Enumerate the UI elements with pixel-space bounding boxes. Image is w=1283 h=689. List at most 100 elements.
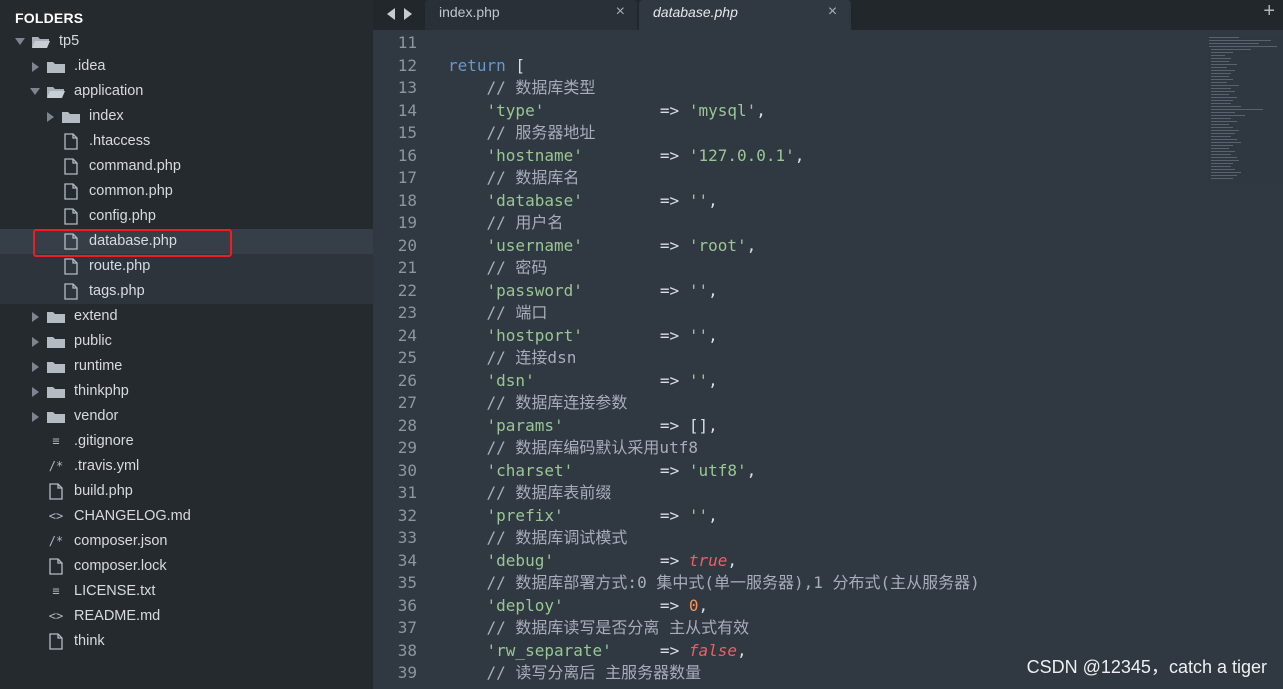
file-composer-lock[interactable]: composer.lock [0, 554, 373, 579]
folder-idea[interactable]: .idea [0, 54, 373, 79]
line-number: 11 [397, 33, 417, 52]
file-license-txt[interactable]: ≡ LICENSE.txt [0, 579, 373, 604]
disclosure-expanded-icon[interactable] [29, 79, 41, 104]
code-token: '' [688, 325, 709, 345]
disclosure-collapsed-icon[interactable] [29, 379, 41, 404]
code-token: // 数据库名 [448, 168, 580, 187]
code-token: 'hostport' [486, 325, 583, 345]
close-icon[interactable]: × [616, 0, 625, 24]
tree-item-label: application [74, 83, 144, 99]
code-text: 'dsn' => '', [448, 370, 718, 393]
disclosure-collapsed-icon[interactable] [29, 354, 41, 379]
close-icon[interactable]: × [828, 0, 837, 24]
minimap-line [1211, 133, 1235, 134]
tab-forward-arrow-icon[interactable] [402, 6, 414, 22]
file-composer-json[interactable]: /* composer.json [0, 529, 373, 554]
folder-application[interactable]: application [0, 79, 373, 104]
tab-database-php[interactable]: database.php × [639, 0, 851, 30]
line-number: 31 [397, 483, 417, 502]
code-text: 'prefix' => '', [448, 505, 718, 528]
disclosure-collapsed-icon[interactable] [29, 54, 41, 79]
line-number: 35 [397, 573, 417, 592]
code-text: // 服务器地址 [448, 122, 596, 145]
folder-icon [46, 404, 66, 429]
file-think[interactable]: think [0, 629, 373, 654]
code-token: '' [688, 370, 709, 390]
file-route-php[interactable]: route.php [0, 254, 373, 279]
folder-runtime[interactable]: runtime [0, 354, 373, 379]
minimap-line [1211, 64, 1237, 65]
minimap-line [1211, 124, 1229, 125]
code-token: 'debug' [486, 550, 554, 570]
code-editor[interactable]: 11 12 return [13 // 数据库类型 14 'type' => 'mys… [373, 30, 1283, 689]
file-tags-php[interactable]: tags.php [0, 279, 373, 304]
new-tab-plus-icon[interactable]: + [1263, 0, 1275, 24]
disclosure-collapsed-icon[interactable] [29, 304, 41, 329]
minimap-line [1209, 46, 1277, 47]
minimap-line [1211, 151, 1235, 152]
file-type-glyph: /* [48, 534, 64, 548]
file-icon [46, 479, 66, 504]
text-file-icon: <> [46, 504, 66, 529]
folder-public[interactable]: public [0, 329, 373, 354]
code-token: '' [688, 190, 709, 210]
file-common-php[interactable]: common.php [0, 179, 373, 204]
minimap-line [1211, 85, 1239, 86]
code-token: // 读写分离后 主服务器数量 [448, 663, 702, 682]
file-type-glyph: ≡ [52, 584, 60, 598]
code-token: 'root' [688, 235, 747, 255]
tree-item-label: tags.php [89, 283, 145, 299]
file-icon [61, 204, 81, 229]
file-build-php[interactable]: build.php [0, 479, 373, 504]
code-token: => [563, 595, 689, 615]
watermark: CSDN @12345，catch a tiger [1026, 657, 1267, 677]
file-icon [46, 554, 66, 579]
file-readme-md[interactable]: <> README.md [0, 604, 373, 629]
minimap-line [1211, 139, 1237, 140]
code-text: 'rw_separate' => false, [448, 640, 747, 663]
minimap[interactable] [1207, 34, 1283, 184]
code-text: 'database' => '', [448, 190, 718, 213]
disclosure-expanded-icon[interactable] [14, 29, 26, 54]
code-token: false [688, 640, 737, 660]
code-token: => [582, 235, 689, 255]
disclosure-collapsed-icon[interactable] [29, 329, 41, 354]
folder-thinkphp[interactable]: thinkphp [0, 379, 373, 404]
tab-back-arrow-icon[interactable] [385, 6, 397, 22]
tab-index-php[interactable]: index.php × [425, 0, 637, 30]
minimap-line [1211, 70, 1235, 71]
file-htaccess[interactable]: .htaccess [0, 129, 373, 154]
folder-extend[interactable]: extend [0, 304, 373, 329]
disclosure-collapsed-icon[interactable] [29, 404, 41, 429]
file-travis-yml[interactable]: /* .travis.yml [0, 454, 373, 479]
minimap-line [1211, 106, 1241, 107]
file-icon [61, 179, 81, 204]
code-token: 'hostname' [486, 145, 583, 165]
file-gitignore[interactable]: ≡ .gitignore [0, 429, 373, 454]
code-text: // 数据库类型 [448, 77, 596, 100]
file-icon [61, 254, 81, 279]
folder-vendor[interactable]: vendor [0, 404, 373, 429]
file-command-php[interactable]: command.php [0, 154, 373, 179]
code-text: // 用户名 [448, 212, 564, 235]
code-token: , [708, 505, 718, 525]
code-text: 'params' => [], [448, 415, 718, 438]
tree-item-label: README.md [74, 608, 161, 624]
file-changelog-md[interactable]: <> CHANGELOG.md [0, 504, 373, 529]
line-number: 37 [397, 618, 417, 637]
file-config-php[interactable]: config.php [0, 204, 373, 229]
code-token: // 数据库表前缀 [448, 483, 612, 502]
code-token: // 数据库编码默认采用utf8 [448, 438, 698, 457]
minimap-line [1211, 172, 1241, 173]
folder-index[interactable]: index [0, 104, 373, 129]
minimap-line [1211, 148, 1229, 149]
code-token: 'params' [486, 415, 564, 435]
folder-tp5[interactable]: tp5 [0, 29, 373, 54]
tree-item-label: composer.lock [74, 558, 167, 574]
code-token: // 数据库读写是否分离 主从式有效 [448, 618, 750, 637]
line-number: 28 [397, 415, 417, 435]
disclosure-collapsed-icon[interactable] [44, 104, 56, 129]
